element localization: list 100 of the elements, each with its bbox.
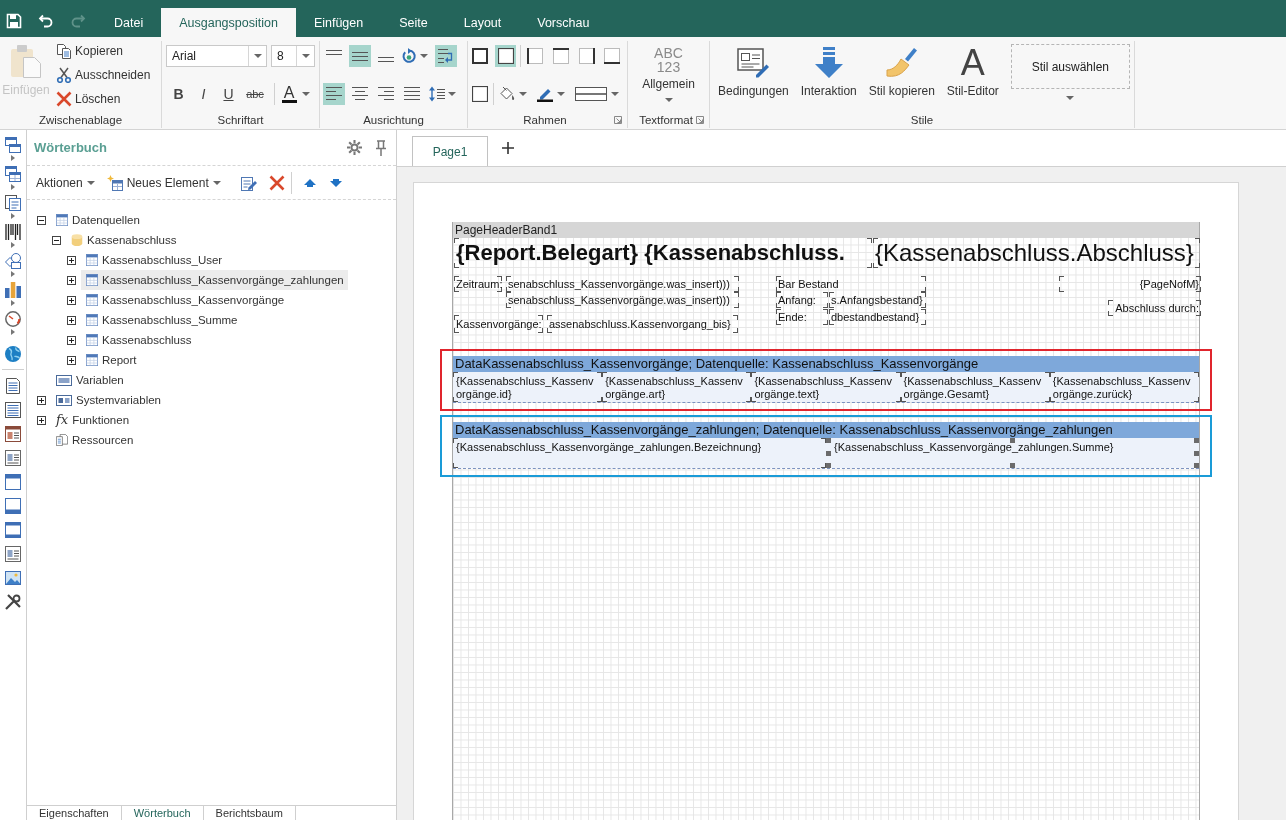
- plus-box-icon[interactable]: [67, 315, 76, 325]
- caret-icon[interactable]: [11, 184, 15, 190]
- border-left-button[interactable]: [524, 45, 546, 67]
- border-bottom-button[interactable]: [601, 45, 623, 67]
- interaction-button[interactable]: Interaktion: [798, 43, 859, 111]
- ribbon-tab[interactable]: Vorschau: [519, 8, 608, 37]
- caret-icon[interactable]: [253, 54, 262, 58]
- plus-box-icon[interactable]: [67, 355, 76, 365]
- word-wrap-button[interactable]: [435, 45, 457, 67]
- report-field[interactable]: s.Anfangsbestand}: [829, 292, 926, 308]
- font-size-field[interactable]: 8: [271, 45, 315, 67]
- font-style-button[interactable]: B: [166, 83, 191, 105]
- report-field[interactable]: senabschluss_Kassenvorgänge.was_insert))): [506, 292, 739, 308]
- report-field[interactable]: Anfang:: [776, 292, 828, 308]
- arrow-down-icon[interactable]: [329, 178, 342, 187]
- text-lines-icon[interactable]: [5, 402, 21, 418]
- document-icon[interactable]: [5, 378, 21, 394]
- ribbon-tab[interactable]: Layout: [445, 8, 520, 37]
- report-field[interactable]: senabschluss_Kassenvorgänge.was_insert))): [506, 276, 739, 292]
- report-field[interactable]: {Kassenabschluss_Kassenvorgänge.zurück}: [1049, 372, 1199, 402]
- document-stack-icon[interactable]: [5, 195, 21, 211]
- tree-item[interactable]: Kassenabschluss_User: [81, 250, 227, 270]
- tree-item[interactable]: Kassenabschluss: [66, 230, 181, 250]
- thick-square-button[interactable]: [469, 45, 491, 67]
- plus-box-icon[interactable]: [37, 395, 46, 405]
- report-field[interactable]: {Kassenabschluss_Kassenvorgänge.text}: [751, 372, 901, 402]
- caret-icon[interactable]: [11, 271, 15, 277]
- number-format-button[interactable]: ABC 123 Allgemein: [628, 41, 709, 111]
- tree-item[interactable]: fx Funktionen: [51, 410, 134, 430]
- report-field[interactable]: {Report.Belegart} {Kassenabschluss.: [454, 238, 872, 268]
- data-band[interactable]: [440, 415, 1212, 477]
- delete-button[interactable]: Löschen: [56, 87, 151, 111]
- plus-box-icon[interactable]: [67, 255, 76, 265]
- report-field[interactable]: Ende:: [776, 309, 828, 325]
- report-field[interactable]: Abschluss durch:: [1108, 300, 1201, 316]
- caret-icon[interactable]: [301, 54, 310, 58]
- caret-icon[interactable]: [420, 54, 428, 58]
- window-stack-icon[interactable]: [5, 137, 21, 153]
- window-icon[interactable]: [5, 522, 21, 538]
- bar-chart-icon[interactable]: [5, 282, 21, 298]
- pen-icon[interactable]: [537, 86, 553, 102]
- font-family-field[interactable]: Arial: [166, 45, 267, 67]
- report-field[interactable]: {Kassenabschluss_Kassenvorgänge.art}: [602, 372, 752, 402]
- report-field[interactable]: {Kassenabschluss_Kassenvorgänge.id}: [453, 372, 603, 402]
- tree-item[interactable]: Kassenabschluss_Kassenvorgänge: [81, 290, 289, 310]
- square-button[interactable]: [494, 45, 517, 67]
- report-field[interactable]: assenabschluss.Kassenvorgang_bis}: [547, 315, 738, 333]
- report-field[interactable]: {Kassenabschluss_Kassenvorgänge_zahlungen.Bezeichnung}: [453, 438, 826, 468]
- new-element-button[interactable]: Neues Element: [106, 174, 221, 191]
- tree-item[interactable]: Ressourcen: [51, 430, 138, 450]
- minus-box-icon[interactable]: [37, 215, 46, 225]
- caret-icon[interactable]: [11, 329, 15, 335]
- text-box-icon[interactable]: [5, 450, 21, 466]
- border-top-button[interactable]: [550, 45, 572, 67]
- tree-item[interactable]: Report: [81, 350, 141, 370]
- tree-item[interactable]: Kassenabschluss_Kassenvorgänge_zahlungen: [81, 270, 348, 290]
- ribbon-tab[interactable]: Seite: [381, 8, 446, 37]
- report-field[interactable]: {PageNofM}: [1059, 276, 1201, 292]
- globe-icon[interactable]: [5, 346, 21, 362]
- tree-item[interactable]: Kassenabschluss_Summe: [81, 310, 242, 330]
- text-box-icon[interactable]: [5, 546, 21, 562]
- line-spacing-icon[interactable]: [429, 86, 445, 102]
- cut-button[interactable]: Ausschneiden: [56, 63, 151, 87]
- caret-icon[interactable]: [519, 92, 527, 96]
- caret-icon[interactable]: [11, 300, 15, 306]
- data-band[interactable]: [440, 349, 1212, 411]
- style-picker[interactable]: Stil auswählen: [1010, 44, 1130, 89]
- caret-icon[interactable]: [11, 242, 15, 248]
- panel-tab[interactable]: Wörterbuch: [121, 806, 204, 820]
- copy-style-button[interactable]: Stil kopieren: [866, 43, 937, 111]
- edit-icon[interactable]: [240, 174, 257, 191]
- conditions-button[interactable]: Bedingungen: [716, 43, 791, 111]
- shapes-icon[interactable]: [5, 253, 21, 269]
- ribbon-tab[interactable]: Einfügen: [295, 8, 382, 37]
- minus-box-icon[interactable]: [52, 235, 61, 245]
- font-style-button[interactable]: abc: [241, 83, 269, 105]
- font-style-button[interactable]: I: [191, 83, 216, 105]
- table-stack-icon[interactable]: [5, 166, 21, 182]
- align-left-button[interactable]: [323, 83, 345, 105]
- font-color-button[interactable]: A: [280, 83, 298, 105]
- actions-menu-button[interactable]: Aktionen: [36, 175, 95, 190]
- window-icon[interactable]: [5, 498, 21, 514]
- line-style-icon[interactable]: [575, 86, 607, 102]
- tree-item[interactable]: Kassenabschluss: [81, 330, 196, 350]
- undo-icon[interactable]: [38, 13, 54, 29]
- copy-button[interactable]: Kopieren: [56, 39, 151, 63]
- font-style-button[interactable]: U: [216, 83, 241, 105]
- caret-icon[interactable]: [302, 92, 310, 96]
- barcode-icon[interactable]: [5, 224, 21, 240]
- plus-icon[interactable]: [502, 142, 514, 154]
- caret-icon[interactable]: [1066, 96, 1075, 100]
- report-field[interactable]: Zeitraum:: [454, 276, 502, 292]
- caret-icon[interactable]: [557, 92, 565, 96]
- dialog-launcher-icon[interactable]: [696, 115, 704, 124]
- panel-tab[interactable]: Eigenschaften: [27, 806, 122, 820]
- tools-icon[interactable]: [5, 594, 21, 610]
- arrow-up-icon[interactable]: [303, 178, 316, 187]
- style-editor-button[interactable]: A Stil-Editor: [944, 43, 1001, 111]
- image-icon[interactable]: [5, 570, 21, 586]
- cross-icon[interactable]: [268, 174, 285, 191]
